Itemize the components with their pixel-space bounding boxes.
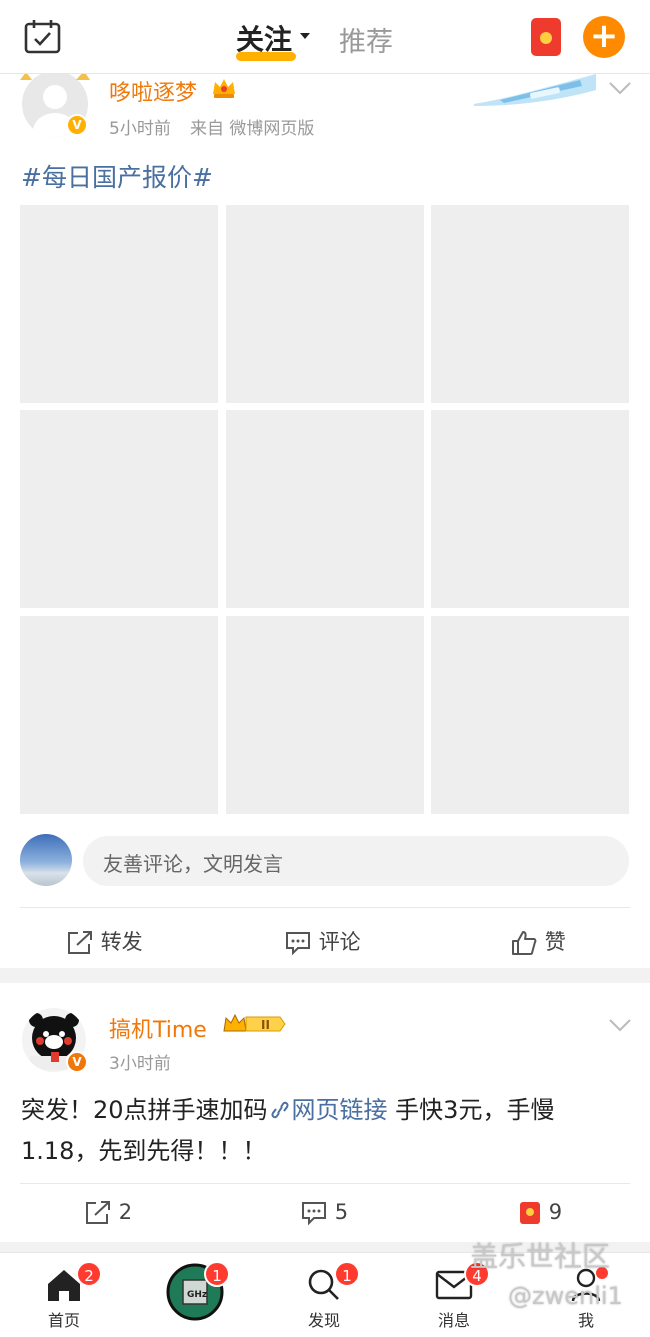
image-thumbnail[interactable] [431,616,629,814]
post-time: 5小时前 [109,119,171,139]
divider [20,1183,630,1184]
comment-icon [302,1202,326,1226]
verified-badge-icon: V [66,114,88,136]
watermark-site: 盖乐世社区 [470,1240,611,1273]
my-avatar[interactable] [20,834,72,886]
author-name[interactable]: 搞机Time [109,1012,207,1044]
thumbs-up-icon [512,931,537,955]
comment-count: 5 [334,1200,349,1224]
tab-me-label: 我 [577,1311,594,1330]
comment-input[interactable]: 友善评论，文明发言 [83,836,629,886]
like-label: 赞 [544,930,566,954]
tab-discover[interactable]: 发现 1 [294,1253,360,1337]
image-thumbnail[interactable] [20,616,218,814]
like-button[interactable]: 赞 [510,926,566,956]
image-thumbnail[interactable] [20,205,218,403]
tab-recommend[interactable]: 推荐 [339,20,393,59]
compose-button[interactable]: + [583,16,625,58]
post-source: 来自 微博网页版 [190,119,315,139]
share-icon [86,1201,110,1224]
plus-icon: + [589,16,619,56]
image-thumbnail[interactable] [431,205,629,403]
notification-badge: 1 [204,1261,230,1287]
chevron-down-icon[interactable] [300,33,310,39]
image-thumbnail[interactable] [431,410,629,608]
svg-text:II: II [261,1018,270,1032]
image-thumbnail[interactable] [226,205,424,403]
like-count: 9 [548,1200,563,1224]
watermark-user: @zwenli1 [508,1282,623,1310]
image-thumbnail[interactable] [20,410,218,608]
image-thumbnail[interactable] [226,410,424,608]
notification-badge: 1 [334,1261,360,1287]
red-packet-icon[interactable] [531,18,561,56]
top-navigation-bar: 关注 推荐 + [0,0,650,74]
vip-level-badge-icon[interactable]: II [222,1012,286,1036]
tab-follow[interactable]: 关注 [236,18,296,61]
web-link-label: 网页链接 [291,1096,388,1124]
image-thumbnail[interactable] [226,616,424,814]
notification-badge: 2 [76,1261,102,1287]
tab-home-label: 首页 [47,1311,80,1330]
repost-button[interactable]: 转发 [66,926,143,956]
card-separator [0,968,650,983]
tab-home[interactable]: 首页 2 [34,1253,102,1337]
vip-crown-icon[interactable] [211,76,237,100]
chevron-down-icon[interactable] [608,80,632,96]
post-time: 3小时前 [109,1054,171,1074]
tab-discover-label: 发现 [307,1311,340,1330]
comment-button[interactable]: 评论 [284,926,361,956]
comment-icon [286,932,310,956]
repost-button[interactable]: 2 [84,1200,132,1226]
chevron-down-icon[interactable] [608,1017,632,1033]
comment-label: 评论 [318,930,361,954]
tab-messages-label: 消息 [437,1311,470,1330]
post-text: 突发！20点拼手速加码 网页链接 手快3元，手慢1.18，先到先得！！！ [21,1090,631,1172]
red-packet-like-icon [520,1202,540,1224]
repost-count: 2 [118,1200,133,1224]
verified-badge-icon: V [66,1051,88,1073]
calendar-check-icon[interactable] [24,19,62,55]
topic-hashtag[interactable]: #每日国产报价# [21,158,213,194]
link-icon [271,1101,289,1119]
share-icon [68,931,92,954]
repost-label: 转发 [100,930,143,954]
like-button[interactable]: 9 [518,1200,562,1226]
author-name[interactable]: 哆啦逐梦 [109,75,197,107]
post-text-part: 突发！20点拼手速加码 [21,1096,268,1124]
card-skin-decoration [474,74,596,106]
svg-text:GHz: GHz [187,1290,207,1300]
web-link[interactable]: 网页链接 [268,1096,388,1124]
divider [20,907,630,908]
tab-center-avatar[interactable]: GHz 1 [166,1261,230,1321]
comment-button[interactable]: 5 [300,1200,348,1226]
tab-follow-label: 关注 [236,23,293,56]
comment-placeholder: 友善评论，文明发言 [103,852,283,876]
